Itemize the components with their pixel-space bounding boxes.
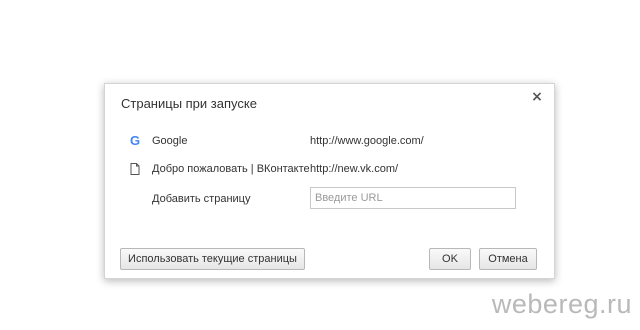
ok-button[interactable]: OK: [429, 248, 471, 270]
google-g-icon: G: [129, 133, 141, 148]
startup-page-url: http://www.google.com/: [310, 135, 424, 147]
startup-page-name: Google: [152, 135, 188, 147]
dialog-title: Страницы при запуске: [121, 96, 257, 111]
page: Страницы при запуске × G Google http://w…: [0, 0, 640, 330]
startup-pages-dialog: Страницы при запуске × G Google http://w…: [104, 83, 555, 279]
cancel-button[interactable]: Отмена: [479, 248, 537, 270]
startup-page-row-vk[interactable]: Добро пожаловать | ВКонтакте http://new.…: [105, 160, 554, 180]
startup-page-name: Добро пожаловать | ВКонтакте: [152, 163, 310, 175]
url-input[interactable]: [310, 187, 516, 209]
use-current-pages-button[interactable]: Использовать текущие страницы: [120, 248, 305, 270]
add-page-label: Добавить страницу: [152, 193, 251, 205]
watermark: webereg.ru: [491, 289, 632, 319]
startup-page-url: http://new.vk.com/: [310, 163, 399, 175]
close-icon[interactable]: ×: [530, 90, 544, 104]
document-icon: [128, 162, 142, 176]
startup-page-row-google[interactable]: G Google http://www.google.com/: [105, 132, 554, 152]
